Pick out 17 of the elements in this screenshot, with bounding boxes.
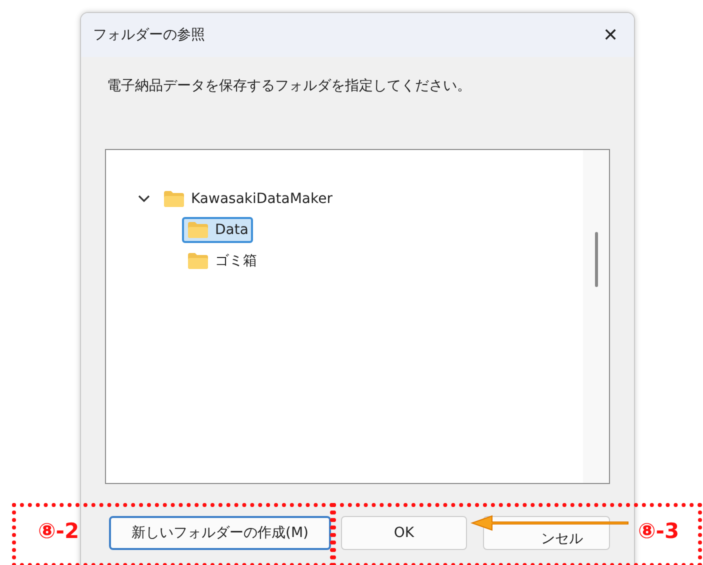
arrow-icon (470, 513, 630, 533)
ok-button[interactable]: OK (341, 516, 467, 550)
step-label: ⑧-3 (638, 519, 680, 543)
tree-item[interactable]: Data (182, 216, 254, 242)
folder-icon (163, 190, 185, 208)
folder-icon (187, 220, 209, 238)
chevron-icon[interactable] (138, 194, 150, 202)
scrollbar[interactable] (583, 150, 609, 483)
tree-item[interactable]: KawasakiDataMaker (158, 186, 338, 212)
instruction-text: 電子納品データを保存するフォルダを指定してください。 (107, 77, 472, 95)
new-folder-button[interactable]: 新しいフォルダーの作成(M) (109, 516, 331, 550)
scroll-thumb[interactable] (595, 232, 598, 287)
window-title: フォルダーの参照 (93, 26, 205, 44)
close-button[interactable]: ✕ (597, 22, 624, 48)
tree-item[interactable]: ゴミ箱 (182, 248, 262, 274)
folder-icon (187, 252, 209, 270)
step-label: ⑧-2 (38, 519, 80, 543)
